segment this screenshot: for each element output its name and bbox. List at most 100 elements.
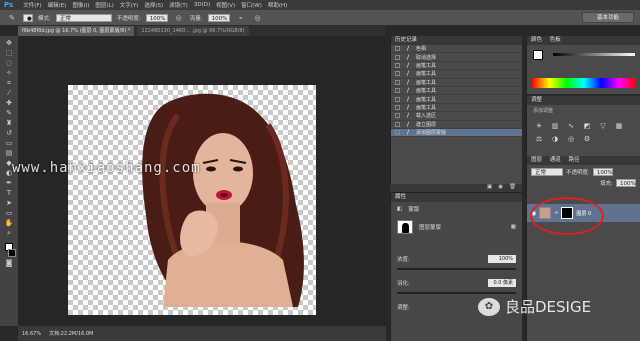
history-checkbox[interactable] — [395, 130, 400, 136]
density-field[interactable]: 100% — [488, 255, 516, 263]
menu-file[interactable]: 文件(F) — [23, 1, 41, 9]
history-checkbox[interactable] — [395, 104, 400, 110]
exposure-icon[interactable]: ◩ — [581, 122, 593, 131]
menu-select[interactable]: 选择(S) — [144, 1, 163, 9]
color-spectrum[interactable] — [532, 78, 636, 88]
tab-document-second[interactable]: 122480130_1460... .jpg @ 66.7%(RGB/8) — [137, 26, 249, 36]
delete-state-icon[interactable]: 🗑 — [509, 184, 516, 192]
history-item[interactable]: ∕ 画笔工具 — [391, 104, 522, 113]
pixel-mask-icon[interactable]: ▦ — [511, 224, 516, 230]
new-document-from-state-icon[interactable]: ▣ — [487, 184, 492, 192]
path-select-icon[interactable]: ➤ — [3, 199, 15, 207]
workspace-switcher[interactable]: 基本功能 — [582, 12, 634, 23]
photo-filter-icon[interactable]: ◎ — [565, 135, 577, 144]
history-item[interactable]: ∕ 载入选区 — [391, 112, 522, 121]
brush-size-field[interactable]: ● — [23, 13, 33, 22]
channel-mixer-icon[interactable]: ⚙ — [581, 135, 593, 144]
pressure-opacity-icon[interactable]: ◎ — [173, 14, 185, 22]
tab-document-active[interactable]: f6b48f0d.jpg @ 16.7% (图层 0, 图层蒙版/8) * — [18, 26, 135, 36]
history-checkbox[interactable] — [395, 46, 400, 52]
history-brush-icon[interactable]: ↺ — [3, 129, 15, 137]
history-item[interactable]: ∕ 色相 — [391, 45, 522, 54]
feather-slider[interactable] — [397, 292, 516, 294]
tab-swatches[interactable]: 色板 — [550, 37, 561, 43]
highlight-annotation — [530, 197, 604, 235]
crop-tool-icon[interactable]: ⌗ — [3, 79, 15, 87]
eraser-icon[interactable]: ▭ — [3, 139, 15, 147]
type-tool-icon[interactable]: T — [3, 189, 15, 197]
move-tool-icon[interactable]: ✥ — [3, 39, 15, 47]
lasso-tool-icon[interactable]: ◌ — [3, 59, 15, 67]
menu-type[interactable]: 文字(Y) — [120, 1, 139, 9]
color-foreground-chip[interactable] — [533, 50, 543, 60]
clone-stamp-icon[interactable]: ♜ — [3, 119, 15, 127]
history-item[interactable]: ∕ 画笔工具 — [391, 95, 522, 104]
healing-brush-icon[interactable]: ✚ — [3, 99, 15, 107]
levels-icon[interactable]: ▥ — [549, 122, 561, 131]
zoom-level[interactable]: 16.67% — [22, 331, 41, 337]
menu-3d[interactable]: 3D(D) — [194, 2, 210, 8]
history-checkbox[interactable] — [395, 54, 400, 60]
curves-icon[interactable]: ∿ — [565, 122, 577, 131]
history-item[interactable]: ∕ 建立图层 — [391, 121, 522, 129]
tab-color[interactable]: 颜色 — [531, 37, 542, 43]
mode-select[interactable]: 正常 — [55, 13, 112, 22]
pressure-size-icon[interactable]: ◎ — [252, 14, 264, 22]
color-balance-icon[interactable]: ⚖ — [533, 135, 545, 144]
history-item[interactable]: ∕ 画笔工具 — [391, 70, 522, 79]
menu-image[interactable]: 图像(I) — [72, 1, 89, 9]
document-workspace[interactable] — [18, 36, 386, 326]
history-checkbox[interactable] — [395, 62, 400, 68]
color-slider[interactable] — [553, 53, 635, 56]
eyedropper-icon[interactable]: ⁄ — [3, 89, 15, 97]
menu-help[interactable]: 帮助(H) — [268, 1, 287, 9]
history-item[interactable]: ∕ 画笔工具 — [391, 87, 522, 96]
background-color-swatch[interactable] — [8, 249, 16, 257]
vibrance-icon[interactable]: ▽ — [597, 122, 609, 131]
airbrush-icon[interactable]: ⌁ — [235, 14, 247, 22]
menu-window[interactable]: 窗口(W) — [241, 1, 262, 9]
tab-layers[interactable]: 图层 — [531, 157, 542, 163]
menu-filter[interactable]: 滤镜(T) — [169, 1, 188, 9]
history-item[interactable]: ∕ 取消选择 — [391, 53, 522, 62]
tab-channels[interactable]: 通道 — [550, 157, 561, 163]
history-item-label: 色相 — [416, 46, 427, 53]
tab-paths[interactable]: 路径 — [569, 157, 580, 163]
quick-select-icon[interactable]: ✧ — [3, 69, 15, 77]
brightness-icon[interactable]: ☀ — [533, 122, 545, 131]
history-checkbox[interactable] — [395, 96, 400, 102]
history-checkbox[interactable] — [395, 88, 400, 94]
marquee-tool-icon[interactable]: ⬚ — [3, 49, 15, 57]
history-checkbox[interactable] — [395, 79, 400, 85]
gradient-tool-icon[interactable]: ▤ — [3, 149, 15, 157]
history-item[interactable]: ∕ 画笔工具 — [391, 61, 522, 71]
history-step-icon: ∕ — [406, 120, 410, 128]
history-checkbox[interactable] — [395, 121, 400, 127]
blend-mode-select[interactable]: 正常 — [531, 168, 563, 176]
history-checkbox[interactable] — [395, 71, 400, 77]
quick-mask-icon[interactable]: ◙ — [3, 259, 15, 267]
layer-opacity-field[interactable]: 100% — [592, 168, 613, 176]
hue-saturation-icon[interactable]: ▦ — [613, 122, 625, 131]
new-snapshot-icon[interactable]: ◉ — [498, 184, 503, 192]
black-white-icon[interactable]: ◑ — [549, 135, 561, 144]
zoom-tool-icon[interactable]: ⌕ — [3, 229, 15, 237]
history-step-icon: ∕ — [406, 61, 410, 69]
history-item[interactable]: ∕ 画笔工具 — [391, 79, 522, 87]
layer-fill-field[interactable]: 100% — [616, 179, 636, 187]
brush-tool-icon[interactable]: ✎ — [3, 109, 15, 117]
image-canvas[interactable] — [68, 85, 316, 315]
brush-icon[interactable]: ✎ — [6, 14, 18, 22]
history-item[interactable]: ∕ 添加图层蒙版 — [391, 128, 522, 138]
opacity-field[interactable]: 100% — [145, 13, 168, 22]
history-checkbox[interactable] — [395, 113, 400, 119]
feather-field[interactable]: 0.0 像素 — [488, 279, 516, 287]
hand-tool-icon[interactable]: ✋ — [3, 219, 15, 227]
menu-view[interactable]: 视图(V) — [216, 1, 235, 9]
flow-field[interactable]: 100% — [207, 13, 230, 22]
density-slider[interactable] — [397, 268, 516, 270]
menu-edit[interactable]: 编辑(E) — [48, 1, 67, 9]
pen-tool-icon[interactable]: ✒ — [3, 179, 15, 187]
menu-layer[interactable]: 图层(L) — [95, 1, 113, 9]
shape-tool-icon[interactable]: ▭ — [3, 209, 15, 217]
